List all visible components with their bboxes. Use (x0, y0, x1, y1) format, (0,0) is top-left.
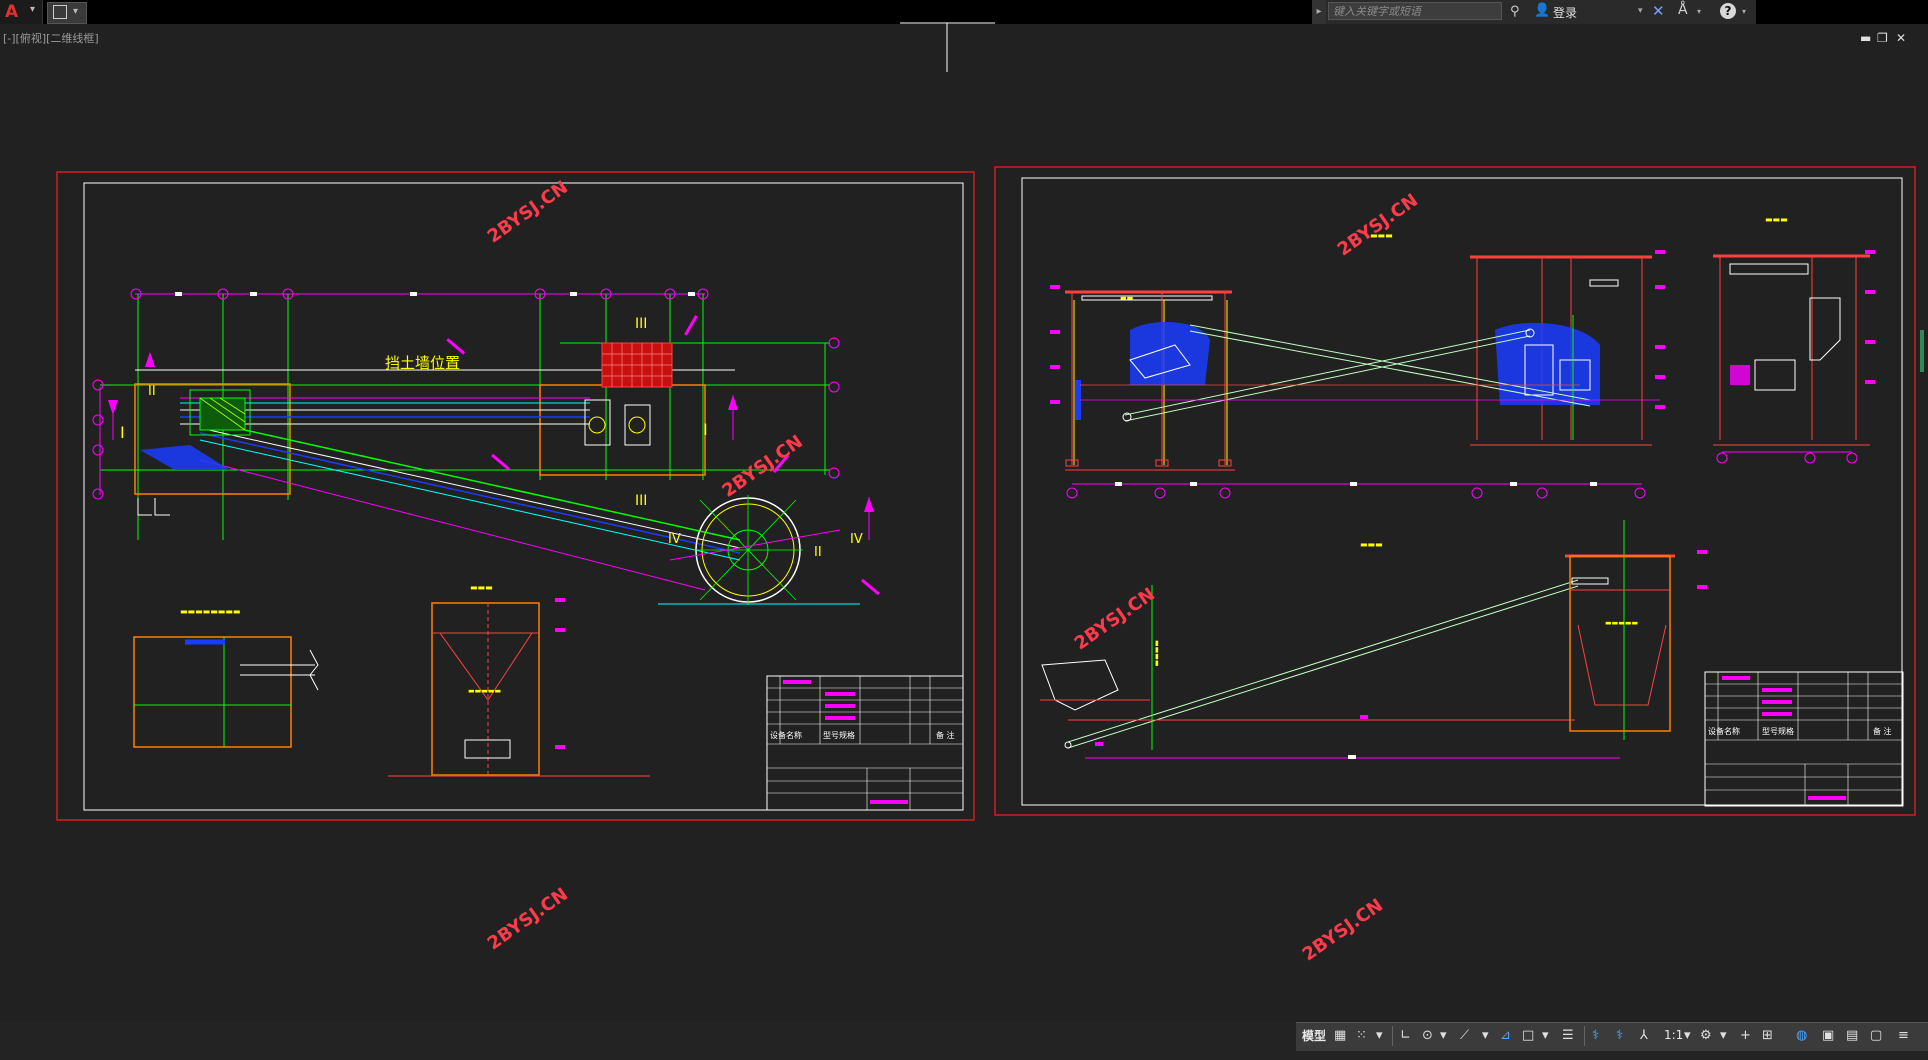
annotation-scale-icon[interactable]: ⚕ (1592, 1028, 1599, 1044)
section-mark-3a: III (635, 316, 647, 332)
remarks-header: 备 注 (936, 730, 955, 740)
model-spec-header-right: 型号规格 (1762, 726, 1794, 736)
svg-text:▬▬▬▬▬: ▬▬▬▬▬ (468, 687, 501, 695)
hardware-acceleration-icon[interactable]: ▣ (1822, 1028, 1834, 1044)
annotation-scale-value[interactable]: 1:1 (1664, 1028, 1683, 1042)
elevation-building-c (1713, 254, 1870, 464)
clean-screen-icon[interactable]: ▤ (1846, 1028, 1858, 1044)
chevron-down-icon[interactable]: ▾ (1440, 1028, 1447, 1044)
svg-text:▬▬▬: ▬▬▬ (1360, 540, 1383, 549)
svg-text:▬▬▬▬▬: ▬▬▬▬▬ (1605, 619, 1638, 627)
isodraft-icon[interactable]: ⊿ (1500, 1028, 1511, 1044)
sheet-right-inner-frame (1021, 177, 1903, 806)
ortho-icon[interactable]: ∟ (1400, 1028, 1411, 1044)
section-elevation-1: ▬▬▬ ▬▬▬▬▬ (388, 583, 650, 777)
crosshair (900, 22, 995, 72)
gear-icon[interactable]: ⚙ (1700, 1028, 1712, 1044)
detail-plan-small: ▬▬▬▬▬▬▬▬ (133, 607, 319, 748)
fullscreen-icon[interactable]: ▢ (1870, 1028, 1882, 1044)
chevron-down-icon[interactable]: ▾ (1482, 1028, 1489, 1044)
chevron-down-icon[interactable]: ▾ (1720, 1028, 1727, 1044)
lineweight-icon[interactable]: ☰ (1562, 1028, 1574, 1044)
crusher-equipment (140, 389, 651, 470)
plus-icon[interactable]: + (1740, 1028, 1751, 1044)
model-spec-header: 型号规格 (823, 730, 855, 740)
model-space-button[interactable]: 模型 (1302, 1027, 1326, 1044)
osnap-icon[interactable]: ⟋ (1460, 1028, 1469, 1044)
chevron-down-icon[interactable]: ▾ (1542, 1028, 1549, 1044)
isolate-objects-icon[interactable]: ◍ (1796, 1028, 1807, 1044)
watermark-4: 2BYSJ.CN (1071, 584, 1159, 655)
drum-equipment (658, 495, 860, 605)
title-block-left: 设备名称 型号规格 备 注 (766, 675, 964, 811)
object-snap-icon[interactable]: □ (1522, 1028, 1534, 1044)
elevation-building-a: ▬▬ (1065, 290, 1235, 471)
svg-text:▬▬: ▬▬ (1120, 294, 1133, 302)
sheet-right[interactable]: ▬▬▬ ▬▬▬ ▬▬▬ ▬▬ ▬▬▬▬▬ ▬▬▬▬ 设备名称 型号规格 备 注 (555, 166, 1916, 816)
elevation-building-b (1470, 255, 1652, 446)
annotation-auto-icon[interactable]: ⅄ (1640, 1028, 1648, 1044)
sheet-left-inner-frame (83, 182, 964, 811)
drawing-canvas[interactable]: 挡土墙位置 I II III III IV IV II I ▬▬▬▬▬▬▬▬ ▬… (0, 0, 1928, 1020)
retaining-wall-label: 挡土墙位置 (385, 354, 460, 372)
snap-icon[interactable]: ⁙ (1356, 1028, 1367, 1044)
chevron-down-icon[interactable]: ▾ (1376, 1028, 1383, 1044)
section-mark-3b: III (635, 493, 647, 509)
hopper-grid (601, 342, 673, 388)
grid-icon[interactable]: ▦ (1334, 1028, 1346, 1044)
chevron-down-icon[interactable]: ▾ (1684, 1028, 1691, 1044)
section-1-dimensions (1066, 482, 1646, 499)
section-mark-2b: II (814, 545, 822, 560)
level-marks (555, 250, 1875, 749)
watermark-2: 2BYSJ.CN (718, 431, 806, 502)
watermark-6: 2BYSJ.CN (1299, 895, 1387, 966)
section-2-conveyor: ▬▬▬▬▬ ▬▬▬▬ (1040, 520, 1675, 759)
section-mark-4b: IV (850, 532, 863, 547)
section-mark-4a: IV (668, 532, 681, 547)
equipment-name-header-right: 设备名称 (1708, 726, 1740, 736)
polar-icon[interactable]: ⊙ (1422, 1028, 1433, 1044)
menu-icon[interactable]: ≡ (1898, 1028, 1909, 1044)
title-block-right: 设备名称 型号规格 备 注 (1704, 671, 1904, 807)
watermarks: 2BYSJ.CN 2BYSJ.CN 2BYSJ.CN 2BYSJ.CN 2BYS… (484, 177, 1422, 966)
section-mark-1: I (120, 423, 125, 442)
sheet-left-outer-frame (56, 171, 975, 821)
section-mark-1b: I (703, 420, 708, 439)
scrollbar[interactable] (1920, 330, 1924, 372)
watermark-3: 2BYSJ.CN (1334, 190, 1422, 261)
equipment-name-header: 设备名称 (770, 730, 802, 740)
watermark-5: 2BYSJ.CN (484, 884, 572, 955)
remarks-header-right: 备 注 (1873, 726, 1892, 736)
sheet-left[interactable]: 挡土墙位置 I II III III IV IV II I ▬▬▬▬▬▬▬▬ ▬… (56, 171, 975, 821)
svg-text:▬▬▬: ▬▬▬ (1765, 215, 1788, 224)
svg-text:▬▬▬▬: ▬▬▬▬ (1153, 640, 1161, 666)
svg-text:▬▬▬: ▬▬▬ (470, 583, 493, 592)
quick-properties-icon[interactable]: ⊞ (1762, 1028, 1773, 1044)
section-mark-2: II (148, 384, 156, 399)
svg-text:▬▬▬▬▬▬▬▬: ▬▬▬▬▬▬▬▬ (180, 607, 240, 616)
watermark-1: 2BYSJ.CN (484, 177, 572, 248)
annotation-visibility-icon[interactable]: ⚕ (1616, 1028, 1623, 1044)
